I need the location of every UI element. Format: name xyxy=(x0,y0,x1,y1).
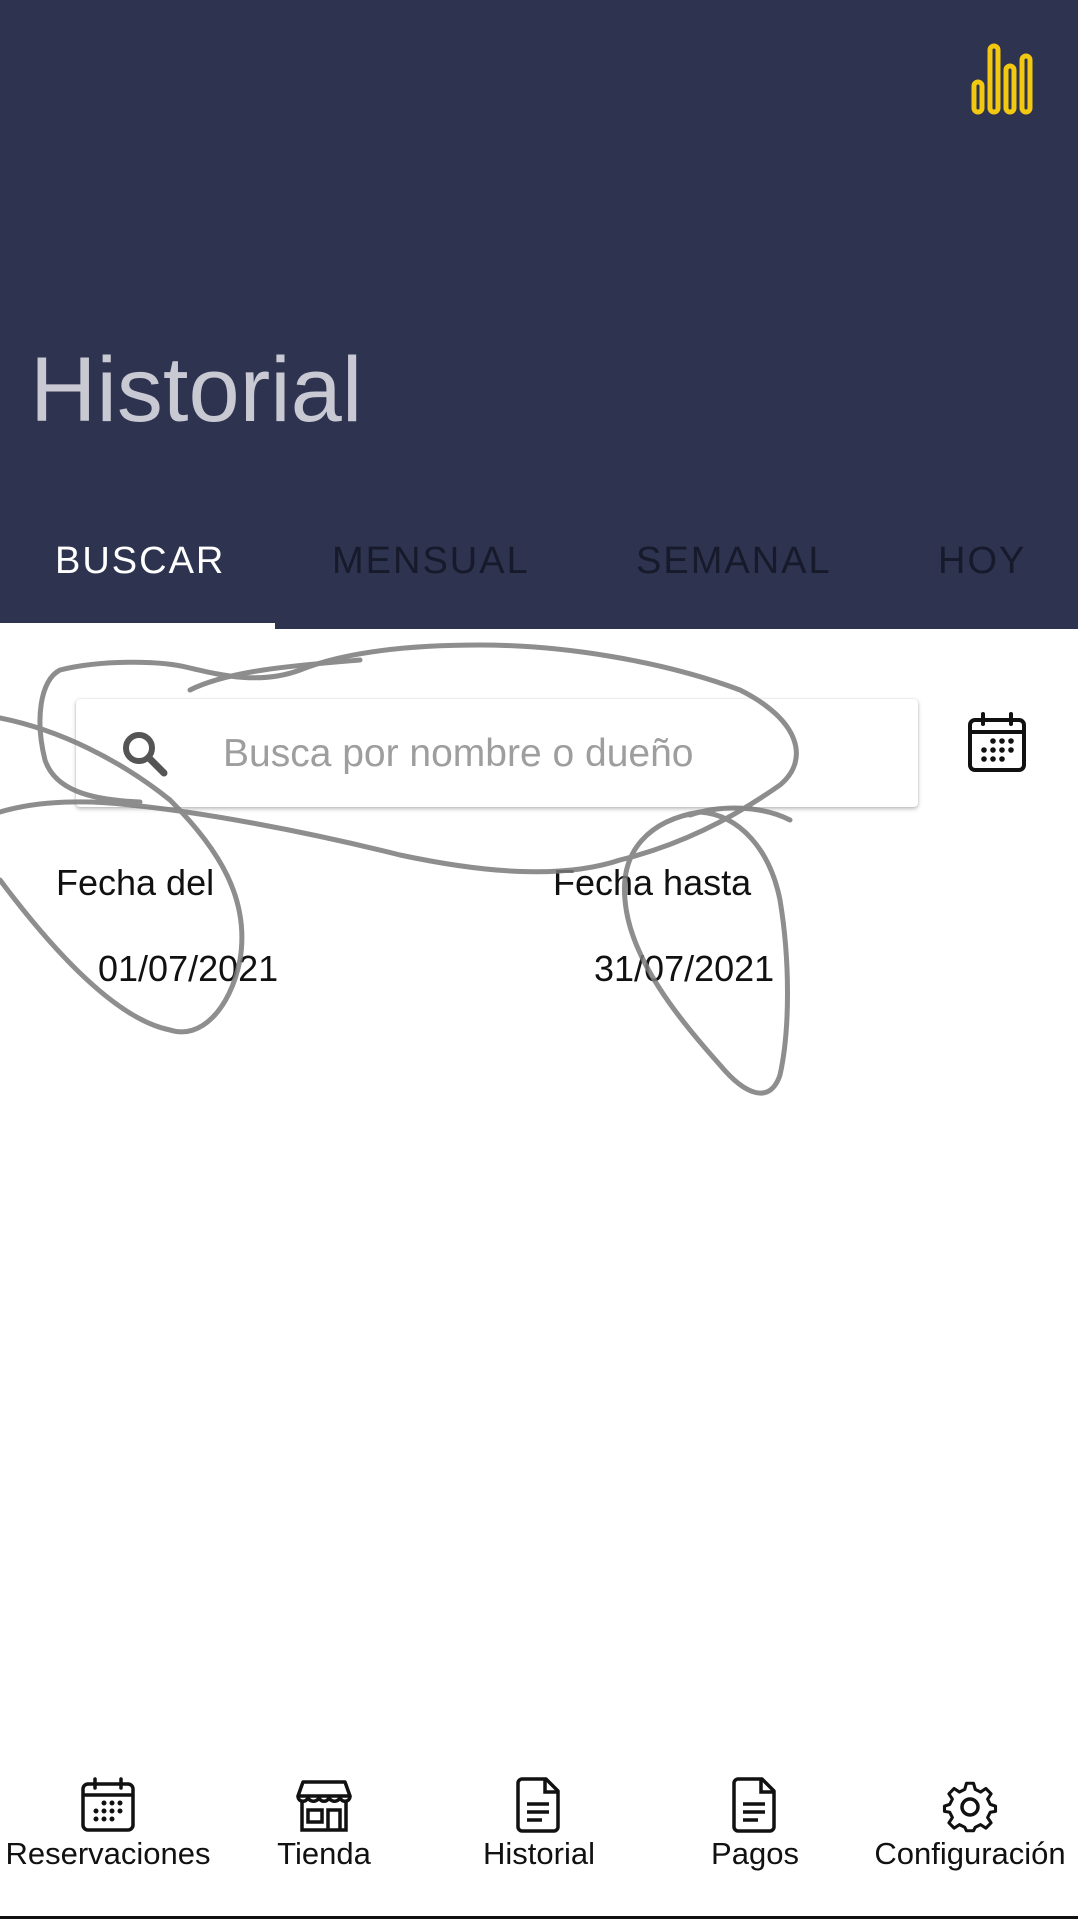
nav-label: Reservaciones xyxy=(5,1836,211,1871)
nav-label: Configuración xyxy=(874,1836,1066,1871)
nav-item-historial[interactable]: Historial xyxy=(431,1760,647,1910)
document-icon xyxy=(516,1777,560,1833)
tab-buscar[interactable]: BUSCAR xyxy=(55,540,225,583)
calendar-icon xyxy=(81,1777,135,1832)
search-input[interactable] xyxy=(221,723,875,785)
search-icon xyxy=(123,732,168,777)
from-date-label: Fecha del xyxy=(56,862,215,903)
search-bar xyxy=(76,699,918,807)
bar-chart-icon[interactable] xyxy=(970,40,1034,116)
page-title: Historial xyxy=(30,339,363,441)
calendar-icon[interactable] xyxy=(966,712,1028,774)
document-icon xyxy=(732,1777,776,1833)
nav-item-reservaciones[interactable]: Reservaciones xyxy=(0,1760,216,1910)
store-icon xyxy=(296,1780,352,1832)
nav-label: Tienda xyxy=(277,1836,371,1871)
nav-label: Historial xyxy=(483,1836,595,1871)
app-header: Historial BUSCAR MENSUAL SEMANAL HOY xyxy=(0,0,1078,629)
to-date-value[interactable]: 31/07/2021 xyxy=(594,948,774,990)
tab-semanal[interactable]: SEMANAL xyxy=(636,540,832,583)
from-date-value[interactable]: 01/07/2021 xyxy=(98,948,278,990)
tab-mensual[interactable]: MENSUAL xyxy=(332,540,530,583)
tab-hoy[interactable]: HOY xyxy=(938,540,1026,583)
nav-label: Pagos xyxy=(711,1836,799,1871)
nav-item-tienda[interactable]: Tienda xyxy=(216,1760,432,1910)
bottom-navigation: Reservaciones Tienda Historial Pagos Con… xyxy=(0,1760,1078,1919)
gear-icon xyxy=(942,1781,998,1833)
nav-item-pagos[interactable]: Pagos xyxy=(647,1760,863,1910)
nav-item-configuracion[interactable]: Configuración xyxy=(862,1760,1078,1910)
active-tab-indicator xyxy=(0,623,275,629)
to-date-label: Fecha hasta xyxy=(553,862,752,903)
